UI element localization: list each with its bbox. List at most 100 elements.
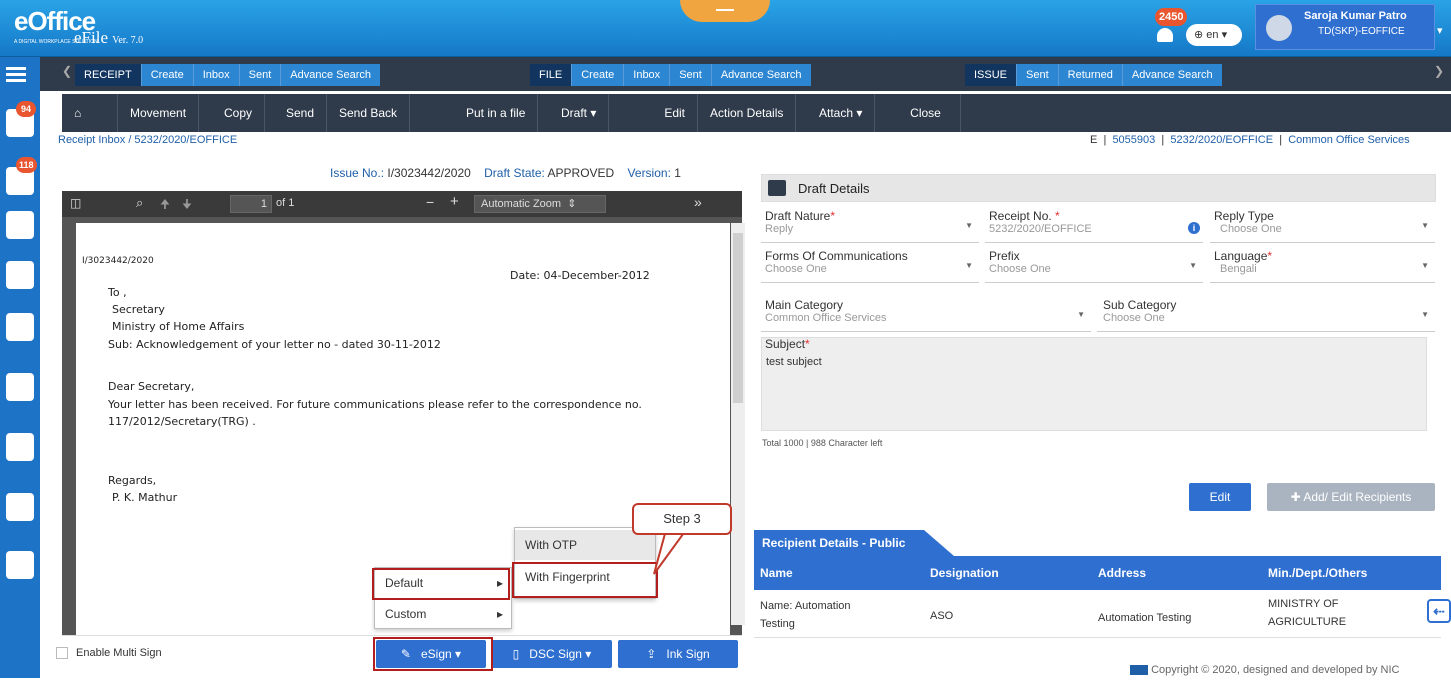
info-icon[interactable]: i <box>1188 222 1200 234</box>
row-ministry-line2: AGRICULTURE <box>1268 616 1347 628</box>
user-profile-button[interactable]: Saroja Kumar Patro TD(SKP)-EOFFICE <box>1255 4 1435 50</box>
menu-scroll-left-icon[interactable]: ❮ <box>62 64 72 78</box>
language-label: Language* <box>1214 249 1273 263</box>
language-select[interactable]: Language* Bengali ▼ <box>1210 249 1435 283</box>
breadcrumb[interactable]: Receipt Inbox / 5232/2020/EOFFICE <box>58 134 237 146</box>
letter-regards: Regards, <box>108 474 157 487</box>
col-name: Name <box>760 566 793 580</box>
edit-button[interactable]: Edit <box>1189 483 1251 511</box>
edit-toolbar-button[interactable]: Edit <box>618 94 698 132</box>
version-label: Version: <box>627 166 671 180</box>
eoffice-logo[interactable]: eOffice A DIGITAL WORKPLACE SOLUTION eFi… <box>14 6 224 50</box>
subject-textarea[interactable]: test subject <box>761 337 1427 431</box>
sub-category-select[interactable]: Sub Category Choose One ▼ <box>1097 298 1435 332</box>
hamburger-menu-icon[interactable] <box>6 64 26 84</box>
page-number-input[interactable] <box>230 195 272 213</box>
with-otp-item[interactable]: With OTP <box>515 530 655 560</box>
file-menu-title[interactable]: FILE <box>530 64 572 86</box>
menu-scroll-right-icon[interactable]: ❯ <box>1434 64 1444 78</box>
search-icon[interactable]: ⌕ <box>136 195 143 211</box>
file-advance-search[interactable]: Advance Search <box>710 64 811 86</box>
receipt-inbox[interactable]: Inbox <box>192 64 239 86</box>
add-edit-recipients-button[interactable]: ✚ Add/ Edit Recipients <box>1267 483 1435 511</box>
issue-menu: ISSUE Sent Returned Advance Search <box>965 64 1222 86</box>
submenu-arrow-icon: ▸ <box>496 607 503 621</box>
file-create[interactable]: Create <box>571 64 623 86</box>
prev-page-icon[interactable]: 🠉 <box>160 195 170 216</box>
issue-advance-search[interactable]: Advance Search <box>1121 64 1222 86</box>
prefix-label: Prefix <box>989 249 1020 263</box>
send-button[interactable]: Send <box>267 94 327 132</box>
file-sent[interactable]: Sent <box>669 64 711 86</box>
draft-label: Draft <box>561 106 588 120</box>
table-row[interactable]: Name: Automation Testing ASO Automation … <box>754 590 1441 638</box>
zoom-select[interactable]: Automatic Zoom ⇕ <box>474 195 606 213</box>
reply-type-select[interactable]: Reply Type Choose One ▼ <box>1210 209 1435 243</box>
sidebar-toggle-icon[interactable]: ◫ <box>70 196 81 210</box>
letter-line1: Secretary <box>112 303 165 316</box>
issue-menu-title[interactable]: ISSUE <box>965 64 1017 86</box>
main-category-value: Common Office Services <box>765 312 887 324</box>
ink-label: Ink Sign <box>666 647 710 661</box>
movement-button[interactable]: Movement <box>118 94 200 132</box>
next-page-icon[interactable]: 🠋 <box>182 195 192 216</box>
ink-sign-button[interactable]: ⇪ Ink Sign <box>618 640 738 668</box>
receipt-menu-title[interactable]: RECEIPT <box>75 64 141 86</box>
draft-dropdown-button[interactable]: Draft ▾ <box>549 94 610 132</box>
issue-sent[interactable]: Sent <box>1016 64 1058 86</box>
action-toolbar: ⌂ Movement Copy Send Send Back Put in a … <box>62 94 1451 132</box>
prefix-select[interactable]: Prefix Choose One ▼ <box>985 249 1203 283</box>
chevron-down-icon: ▾ <box>1221 29 1228 41</box>
home-icon[interactable]: ⌂ <box>62 94 118 132</box>
send-back-button[interactable]: Send Back <box>327 94 411 132</box>
custom-menu-item[interactable]: Custom ▸ <box>375 599 511 629</box>
zoom-out-icon[interactable]: − <box>426 194 434 210</box>
character-counter: Total 1000 | 988 Character left <box>762 438 883 448</box>
letter-salutation: Dear Secretary, <box>108 380 195 393</box>
receipt-sent[interactable]: Sent <box>238 64 281 86</box>
attach-dropdown-button[interactable]: Attach ▾ <box>807 94 876 132</box>
chevron-down-icon: ▼ <box>965 221 973 230</box>
recipient-details-tab[interactable]: Recipient Details - Public <box>754 530 954 556</box>
expand-panel-icon[interactable]: ⇠ <box>1427 599 1451 623</box>
row-ministry-line1: MINISTRY OF <box>1268 598 1339 610</box>
dsc-sign-button[interactable]: ▯ DSC Sign ▾ <box>492 640 612 668</box>
forms-of-communication-select[interactable]: Forms Of Communications Choose One ▼ <box>761 249 979 283</box>
user-settings-icon[interactable] <box>6 493 34 521</box>
receipt-create[interactable]: Create <box>140 64 193 86</box>
mail-icon[interactable] <box>6 261 34 289</box>
chevron-down-icon: ▼ <box>1077 310 1085 319</box>
user-menu-arrow-icon[interactable]: ▾ <box>1437 24 1443 37</box>
tools-icon[interactable]: » <box>694 194 702 210</box>
collapse-header-tab[interactable] <box>680 0 770 22</box>
zoom-in-icon[interactable]: + <box>450 193 459 210</box>
row-name-line1: Name: Automation <box>760 600 851 612</box>
receipt-number-select[interactable]: Receipt No. * 5232/2020/EOFFICE ▼ <box>985 209 1203 243</box>
main-category-select[interactable]: Main Category Common Office Services ▼ <box>761 298 1091 332</box>
notesheet-icon[interactable] <box>6 313 34 341</box>
custom-label: Custom <box>385 607 427 621</box>
language-value: Bengali <box>1220 263 1257 275</box>
letter-body-1: Your letter has been received. For futur… <box>108 398 642 411</box>
bell-icon[interactable] <box>1155 24 1175 46</box>
put-in-file-button[interactable]: Put in a file <box>454 94 539 132</box>
close-button[interactable]: Close <box>891 94 961 132</box>
copy-button[interactable]: Copy <box>212 94 266 132</box>
col-designation: Designation <box>930 566 999 580</box>
language-selector[interactable]: ⊕ en ▾ <box>1186 24 1242 46</box>
dashboard-icon[interactable] <box>6 551 34 579</box>
app-name: eFile Ver. 7.0 <box>74 28 143 48</box>
receipt-menu: RECEIPT Create Inbox Sent Advance Search <box>75 64 380 86</box>
pdf-scrollbar[interactable] <box>731 223 745 625</box>
language-value: en <box>1206 29 1219 41</box>
draft-nature-select[interactable]: Draft Nature* Reply ▼ <box>761 209 979 243</box>
file-inbox[interactable]: Inbox <box>623 64 669 86</box>
draft-nature-label: Draft Nature* <box>765 209 836 223</box>
management-icon[interactable] <box>6 373 34 401</box>
receipt-advance-search[interactable]: Advance Search <box>280 64 380 86</box>
dispatch-icon[interactable] <box>6 211 34 239</box>
letter-body-2: 117/2012/Secretary(TRG) . <box>108 415 256 428</box>
issue-returned[interactable]: Returned <box>1057 64 1122 86</box>
action-details-button[interactable]: Action Details <box>698 94 797 132</box>
report-icon[interactable] <box>6 433 34 461</box>
